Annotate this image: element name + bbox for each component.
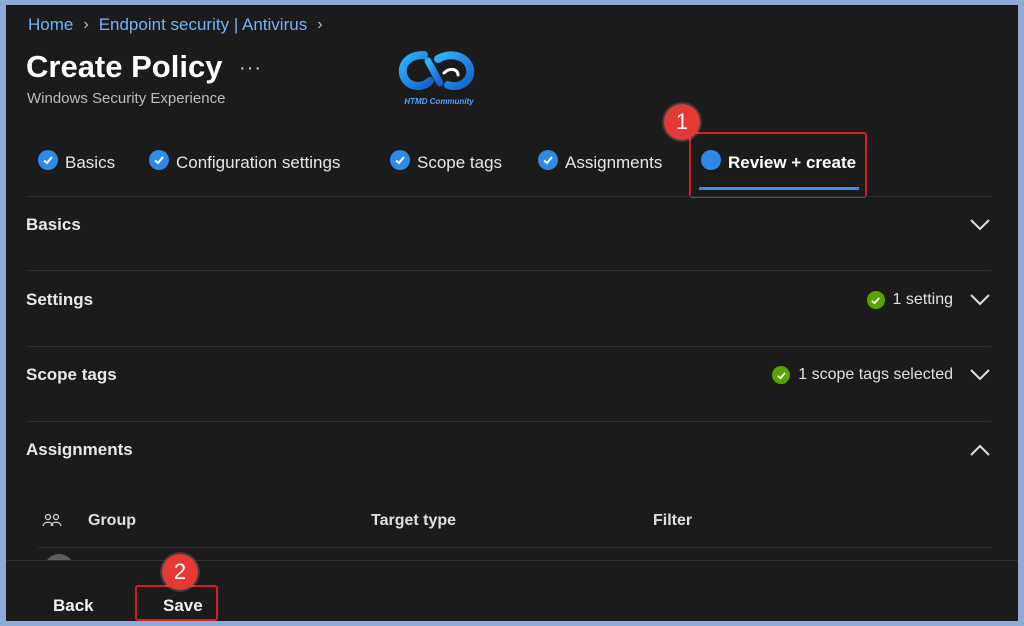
annotation-badge-1: 1 [664, 104, 700, 140]
section-label: Settings [26, 290, 94, 309]
htmd-logo: HTMD Community [394, 47, 484, 113]
more-options-button[interactable]: ··· [239, 57, 262, 80]
chevron-down-icon[interactable] [969, 289, 991, 311]
htmd-logo-icon [398, 51, 475, 90]
check-circle-icon [149, 150, 169, 170]
tab-label: Assignments [565, 153, 663, 172]
section-label: Basics [26, 215, 81, 234]
column-header-filter[interactable]: Filter [653, 512, 692, 530]
status-indicator: 1 setting [866, 291, 953, 309]
check-circle-icon [538, 150, 558, 170]
highlight-box-review-create [689, 132, 867, 198]
chevron-up-icon[interactable] [969, 439, 991, 461]
section-assignments[interactable]: Assignments [26, 430, 991, 470]
chevron-right-icon: › [317, 16, 323, 33]
tab-scope-tags[interactable]: Scope tags [390, 143, 502, 183]
status-text: 1 scope tags selected [798, 366, 953, 383]
chevron-right-icon: › [83, 16, 89, 33]
highlight-box-save [135, 585, 218, 621]
back-button[interactable]: Back [53, 596, 94, 616]
section-label: Assignments [26, 440, 133, 459]
group-icon [42, 513, 62, 532]
tab-label: Basics [65, 153, 116, 172]
breadcrumb-home[interactable]: Home [28, 15, 73, 35]
section-settings[interactable]: Settings 1 setting [26, 280, 991, 320]
section-scope-tags[interactable]: Scope tags 1 scope tags selected [26, 355, 991, 395]
chevron-down-icon[interactable] [969, 364, 991, 386]
divider [26, 270, 991, 271]
app-frame: Home › Endpoint security | Antivirus › C… [6, 5, 1018, 621]
chevron-down-icon[interactable] [969, 214, 991, 236]
check-circle-icon [772, 366, 791, 384]
status-text: 1 setting [892, 291, 953, 308]
page-title: Create Policy [26, 49, 223, 84]
column-header-target-type[interactable]: Target type [371, 512, 456, 530]
column-header-group[interactable]: Group [88, 512, 136, 530]
divider [38, 547, 991, 548]
divider [26, 421, 991, 422]
check-circle-icon [866, 291, 885, 309]
divider [26, 346, 991, 347]
annotation-badge-2: 2 [162, 554, 198, 590]
section-label: Scope tags [26, 365, 117, 384]
tab-assignments[interactable]: Assignments [538, 143, 662, 183]
tab-configuration-settings[interactable]: Configuration settings [149, 143, 340, 183]
tab-basics[interactable]: Basics [38, 143, 115, 183]
status-indicator: 1 scope tags selected [772, 366, 953, 384]
assignments-table-header: Group Target type Filter [38, 507, 988, 537]
tab-label: Configuration settings [176, 153, 341, 172]
logo-text: HTMD Community [404, 97, 474, 106]
check-circle-icon [38, 150, 58, 170]
page-subtitle: Windows Security Experience [27, 90, 226, 107]
check-circle-icon [390, 150, 410, 170]
breadcrumb-antivirus[interactable]: Endpoint security | Antivirus [99, 15, 308, 35]
breadcrumb: Home › Endpoint security | Antivirus › [28, 15, 333, 35]
section-basics[interactable]: Basics [26, 205, 991, 245]
divider [26, 196, 991, 197]
tab-label: Scope tags [417, 153, 503, 172]
